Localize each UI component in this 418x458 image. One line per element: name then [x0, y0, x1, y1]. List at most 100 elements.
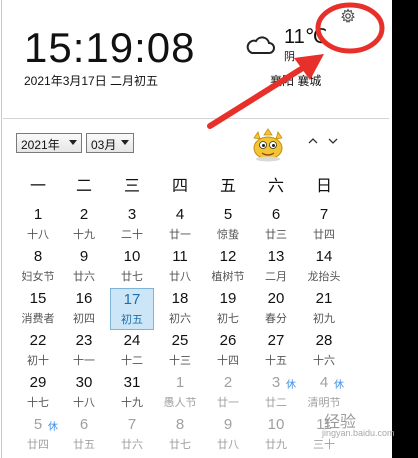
holiday-rest-badge: 休 — [286, 380, 296, 391]
day-number: 14 — [315, 248, 333, 265]
lunar-label: 二月 — [265, 271, 287, 283]
lunar-label: 十一 — [73, 355, 95, 367]
weather-location: 襄阳 襄城 — [270, 74, 322, 88]
day-cell[interactable]: 4 廿一 — [158, 204, 202, 246]
day-cell[interactable]: 21 初九 — [302, 288, 346, 330]
header-divider — [3, 118, 389, 119]
day-number: 8 — [175, 416, 185, 433]
day-cell[interactable]: 5 惊蛰 — [206, 204, 250, 246]
weekday-label: 一 — [29, 178, 46, 195]
day-number: 20 — [267, 290, 285, 307]
lunar-label: 廿三 — [265, 229, 287, 241]
day-number: 25 — [171, 332, 189, 349]
lunar-label: 廿二 — [265, 397, 287, 409]
day-cell[interactable]: 25 十三 — [158, 330, 202, 372]
day-cell[interactable]: 26 十四 — [206, 330, 250, 372]
day-cell[interactable]: 2 廿一 — [206, 372, 250, 414]
day-cell[interactable]: 3 廿二休 — [254, 372, 298, 414]
weekday-label: 四 — [171, 178, 188, 195]
day-cell[interactable]: 12 植树节 — [206, 246, 250, 288]
day-cell[interactable]: 20 春分 — [254, 288, 298, 330]
day-number: 12 — [219, 248, 237, 265]
weekday-label: 二 — [75, 178, 92, 195]
lunar-label: 初六 — [169, 313, 191, 325]
day-cell[interactable]: 7 廿六 — [110, 414, 154, 456]
year-select-value: 2021年 — [21, 138, 60, 152]
day-cell[interactable]: 1 愚人节 — [158, 372, 202, 414]
month-select-value: 03月 — [91, 138, 117, 152]
lunar-label: 消费者 — [21, 313, 55, 325]
day-cell-today[interactable]: 17 初五 — [110, 288, 154, 330]
weekday-label: 五 — [219, 178, 236, 195]
lunar-label: 初四 — [73, 313, 95, 325]
calendar-panel: 15:19:08 2021年3月17日 二月初五 11℃ 阴 襄阳 襄城 202… — [0, 0, 392, 458]
day-number: 27 — [267, 332, 285, 349]
day-number: 16 — [75, 290, 93, 307]
day-cell[interactable]: 22 初十 — [16, 330, 60, 372]
day-cell[interactable]: 6 廿三 — [254, 204, 298, 246]
day-number: 24 — [123, 332, 141, 349]
day-cell[interactable]: 24 十二 — [110, 330, 154, 372]
gear-icon[interactable] — [340, 8, 356, 24]
lunar-label: 廿六 — [121, 439, 143, 451]
lunar-label: 十三 — [169, 355, 191, 367]
lunar-label: 十九 — [121, 397, 143, 409]
day-cell[interactable]: 29 十七 — [16, 372, 60, 414]
day-cell[interactable]: 16 初四 — [62, 288, 106, 330]
day-cell[interactable]: 1 十八 — [16, 204, 60, 246]
day-number: 29 — [29, 374, 47, 391]
day-cell[interactable]: 6 廿五 — [62, 414, 106, 456]
lunar-label: 十九 — [73, 229, 95, 241]
lunar-label: 初十 — [27, 355, 49, 367]
day-number: 18 — [171, 290, 189, 307]
day-cell[interactable]: 9 廿六 — [62, 246, 106, 288]
lunar-label: 廿五 — [73, 439, 95, 451]
day-cell[interactable]: 15 消费者 — [16, 288, 60, 330]
day-cell[interactable]: 3 二十 — [110, 204, 154, 246]
day-cell[interactable]: 5 廿四休 — [16, 414, 60, 456]
day-cell[interactable]: 2 十九 — [62, 204, 106, 246]
day-cell[interactable]: 9 廿八 — [206, 414, 250, 456]
mascot-icon — [253, 128, 283, 162]
next-month-button[interactable] — [326, 134, 340, 148]
day-cell[interactable]: 27 十五 — [254, 330, 298, 372]
weather-temperature: 11℃ — [284, 26, 328, 48]
day-number: 6 — [79, 416, 89, 433]
day-number: 2 — [79, 206, 89, 223]
day-number: 13 — [267, 248, 285, 265]
weather-condition: 阴 — [284, 51, 295, 63]
day-cell[interactable]: 14 龙抬头 — [302, 246, 346, 288]
day-cell[interactable]: 8 廿七 — [158, 414, 202, 456]
day-cell[interactable]: 13 二月 — [254, 246, 298, 288]
chevron-down-icon — [69, 140, 77, 145]
lunar-label: 十八 — [27, 229, 49, 241]
day-number: 10 — [267, 416, 285, 433]
day-cell[interactable]: 11 廿八 — [158, 246, 202, 288]
day-cell[interactable]: 23 十一 — [62, 330, 106, 372]
chevron-down-icon — [121, 140, 129, 145]
day-cell[interactable]: 10 廿七 — [110, 246, 154, 288]
day-number: 6 — [271, 206, 281, 223]
watermark-url: jingyan.baidu.com — [322, 428, 395, 438]
holiday-rest-badge: 休 — [48, 422, 58, 433]
day-number: 3 — [127, 206, 137, 223]
day-cell[interactable]: 18 初六 — [158, 288, 202, 330]
day-cell[interactable]: 7 廿四 — [302, 204, 346, 246]
date-line: 2021年3月17日 二月初五 — [24, 74, 159, 88]
weekday-label: 三 — [123, 178, 140, 195]
lunar-label: 十八 — [73, 397, 95, 409]
day-cell[interactable]: 28 十六 — [302, 330, 346, 372]
day-cell[interactable]: 31 十九 — [110, 372, 154, 414]
day-cell[interactable]: 8 妇女节 — [16, 246, 60, 288]
day-number: 2 — [223, 374, 233, 391]
month-select[interactable]: 03月 — [86, 133, 134, 153]
lunar-label: 廿七 — [121, 271, 143, 283]
day-number: 7 — [319, 206, 329, 223]
prev-month-button[interactable] — [306, 134, 320, 148]
lunar-label: 春分 — [265, 313, 287, 325]
day-cell[interactable]: 10 廿九 — [254, 414, 298, 456]
lunar-label: 十四 — [217, 355, 239, 367]
day-cell[interactable]: 30 十八 — [62, 372, 106, 414]
day-cell[interactable]: 19 初七 — [206, 288, 250, 330]
year-select[interactable]: 2021年 — [16, 133, 82, 153]
